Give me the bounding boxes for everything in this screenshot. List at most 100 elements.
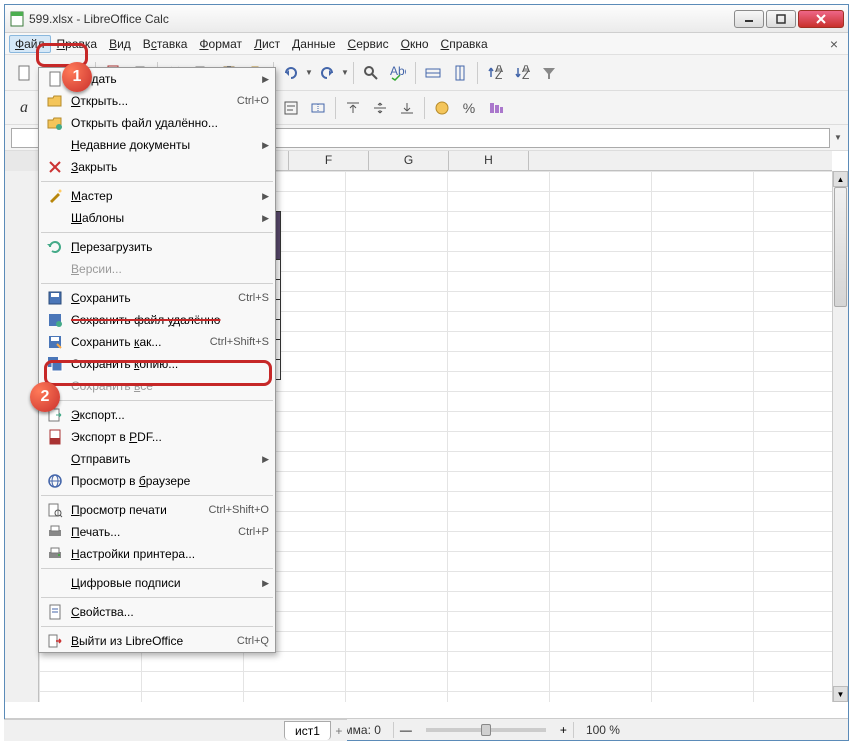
scroll-up-icon[interactable]: ▲ (833, 171, 848, 187)
tb-valign-mid-icon[interactable] (367, 95, 393, 121)
printer-icon (45, 546, 65, 562)
open-remote-icon (45, 115, 65, 131)
menu-tools[interactable]: Сервис (342, 35, 395, 53)
svg-text:Z: Z (522, 68, 529, 81)
menu-item[interactable]: Сохранить файл удалённо (39, 309, 275, 331)
tb-spellcheck-icon[interactable]: Abc (385, 60, 411, 86)
menu-data[interactable]: Данные (286, 35, 341, 53)
formula-input[interactable] (187, 128, 830, 148)
tb-valign-bottom-icon[interactable] (394, 95, 420, 121)
menu-item[interactable]: Сохранить копию... (39, 353, 275, 375)
save-icon (45, 290, 65, 306)
menu-format[interactable]: Формат (193, 35, 248, 53)
menu-item[interactable]: Недавние документы▶ (39, 134, 275, 156)
menu-item[interactable]: Настройки принтера... (39, 543, 275, 565)
menu-insert[interactable]: Вставка (137, 35, 194, 53)
zoom-out-icon[interactable]: — (400, 723, 412, 737)
tb-redo-icon[interactable] (314, 60, 340, 86)
menu-item[interactable]: Мастер▶ (39, 185, 275, 207)
tb-wrap-icon[interactable] (278, 95, 304, 121)
menu-item-label: Экспорт... (71, 408, 269, 422)
menu-sheet[interactable]: Лист (248, 35, 286, 53)
menu-item[interactable]: Сохранить как...Ctrl+Shift+S (39, 331, 275, 353)
maximize-button[interactable] (766, 10, 796, 28)
menu-item-label: Выйти из LibreOffice (71, 634, 237, 648)
vertical-scrollbar[interactable]: ▲ ▼ (832, 171, 848, 702)
menu-item[interactable]: Экспорт... (39, 404, 275, 426)
svg-text:Z: Z (495, 68, 502, 81)
tb-merge-icon[interactable] (305, 95, 331, 121)
tb-sort-asc-icon[interactable]: AZ (482, 60, 508, 86)
tb-row-icon[interactable] (420, 60, 446, 86)
tb-number-icon[interactable] (483, 95, 509, 121)
close-button[interactable] (798, 10, 844, 28)
callout-number-2: 2 (30, 382, 60, 412)
scroll-down-icon[interactable]: ▼ (833, 686, 848, 702)
menu-item[interactable]: Отправить▶ (39, 448, 275, 470)
menu-item-label: Цифровые подписи (71, 576, 256, 590)
menu-item[interactable]: Печать...Ctrl+P (39, 521, 275, 543)
blank-icon (45, 137, 65, 153)
preview-icon (45, 502, 65, 518)
submenu-arrow-icon: ▶ (256, 454, 269, 465)
tb-valign-top-icon[interactable] (340, 95, 366, 121)
menu-item-label: Шаблоны (71, 211, 256, 225)
menu-view[interactable]: Вид (103, 35, 137, 53)
file-menu-dropdown: Создать▶Открыть...Ctrl+OОткрыть файл уда… (38, 67, 276, 653)
minimize-button[interactable] (734, 10, 764, 28)
col-header[interactable]: H (449, 151, 529, 170)
add-sheet-icon[interactable]: + (331, 722, 347, 740)
window-title: 599.xlsx - LibreOffice Calc (29, 12, 732, 26)
menu-item[interactable]: Открыть...Ctrl+O (39, 90, 275, 112)
callout-number-1: 1 (62, 62, 92, 92)
menu-item[interactable]: Закрыть (39, 156, 275, 178)
menu-window[interactable]: Окно (395, 35, 435, 53)
menu-item[interactable]: Шаблоны▶ (39, 207, 275, 229)
menu-edit[interactable]: Правка (51, 35, 104, 53)
menu-item[interactable]: Экспорт в PDF... (39, 426, 275, 448)
zoom-slider[interactable] (426, 728, 546, 732)
tb-sort-desc-icon[interactable]: AZ (509, 60, 535, 86)
menu-item[interactable]: Просмотр в браузере (39, 470, 275, 492)
formula-expand-icon[interactable]: ▼ (834, 133, 842, 142)
menu-item[interactable]: Открыть файл удалённо... (39, 112, 275, 134)
col-header[interactable]: G (369, 151, 449, 170)
tb-autofilter-icon[interactable] (536, 60, 562, 86)
tb-undo-drop[interactable]: ▼ (305, 68, 313, 77)
tb-col-icon[interactable] (447, 60, 473, 86)
props-icon (45, 604, 65, 620)
tb-find-icon[interactable] (358, 60, 384, 86)
menu-item[interactable]: Выйти из LibreOfficeCtrl+Q (39, 630, 275, 652)
close-document-button[interactable]: × (824, 36, 844, 52)
menu-item-label: Сохранить все (71, 379, 269, 393)
submenu-arrow-icon: ▶ (256, 213, 269, 224)
menu-item-label: Сохранить файл удалённо (71, 313, 269, 327)
tb-percent-icon[interactable]: % (456, 95, 482, 121)
tb-undo-icon[interactable] (278, 60, 304, 86)
menu-item[interactable]: СохранитьCtrl+S (39, 287, 275, 309)
menu-accel: Ctrl+P (238, 526, 269, 538)
menu-item-label: Просмотр печати (71, 503, 208, 517)
select-all-corner[interactable] (5, 151, 39, 171)
menu-help[interactable]: Справка (435, 35, 494, 53)
zoom-level[interactable]: 100 % (580, 723, 626, 737)
tb-italic-icon[interactable]: a (11, 95, 37, 121)
sheet-tab[interactable]: ист1 (284, 721, 331, 740)
tb-redo-drop[interactable]: ▼ (341, 68, 349, 77)
menu-item[interactable]: Свойства... (39, 601, 275, 623)
menu-item[interactable]: Цифровые подписи▶ (39, 572, 275, 594)
row-headers (5, 171, 39, 702)
menu-item-label: Просмотр в браузере (71, 474, 269, 488)
submenu-arrow-icon: ▶ (256, 191, 269, 202)
scroll-thumb[interactable] (834, 187, 847, 307)
col-header[interactable]: F (289, 151, 369, 170)
menu-file[interactable]: Файл (9, 35, 51, 53)
menu-item[interactable]: Перезагрузить (39, 236, 275, 258)
tb-currency-icon[interactable] (429, 95, 455, 121)
zoom-in-icon[interactable]: + (560, 723, 567, 737)
menu-item-label: Свойства... (71, 605, 269, 619)
menu-item[interactable]: Просмотр печатиCtrl+Shift+O (39, 499, 275, 521)
tb-new-icon[interactable] (11, 60, 37, 86)
wizard-icon (45, 188, 65, 204)
menu-item-label: Настройки принтера... (71, 547, 269, 561)
